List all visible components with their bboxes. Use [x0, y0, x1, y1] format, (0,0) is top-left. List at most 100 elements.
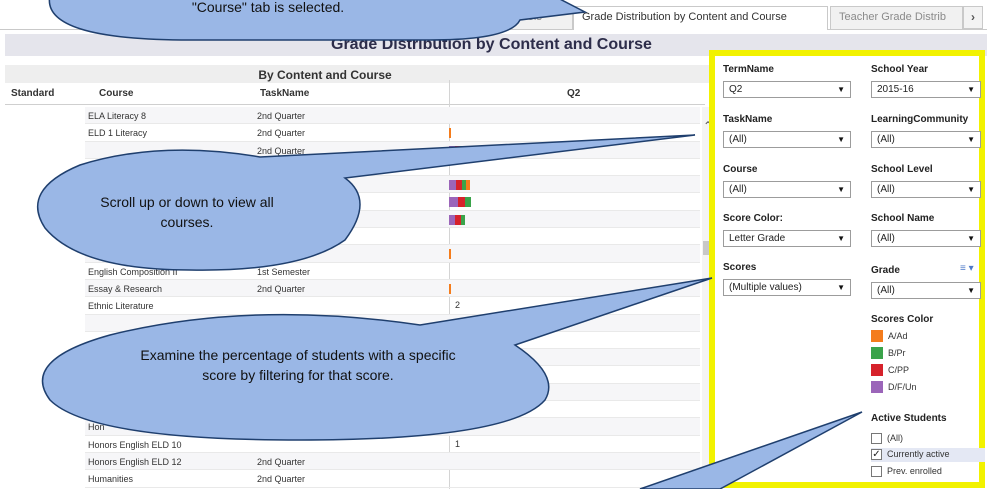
filter-label-scores: Scores	[723, 262, 757, 273]
callout-text-scores: Examine the percentage of students with …	[140, 347, 456, 383]
tab-grade-distribution[interactable]: Grade Distribution by Content and Course	[573, 6, 828, 30]
table-row[interactable]	[85, 314, 700, 332]
grade-value: (All)	[877, 285, 895, 296]
dashboard-title: Grade Distribution by Content and Course	[331, 36, 652, 53]
table-subheader: By Content and Course	[5, 65, 717, 83]
caret-down-icon: ▼	[967, 135, 975, 144]
tab-high-schools[interactable]: High Schools	[468, 6, 573, 29]
column-header-standard: Standard	[11, 88, 55, 99]
filter-label-learning-community: LearningCommunity	[871, 114, 969, 125]
chevron-right-icon[interactable]: ›	[963, 6, 983, 29]
legend-swatch	[871, 347, 883, 359]
taskname-value: (All)	[729, 134, 747, 145]
score-color-dropdown[interactable]: Letter Grade ▼	[723, 230, 851, 247]
filter-panel: TermName Q2 ▼ School Year 2015-16 ▼ TaskNa…	[709, 50, 985, 488]
checkmark-icon[interactable]: ✓	[871, 449, 882, 460]
table-row[interactable]: Hon	[85, 418, 700, 436]
table-row[interactable]: ELA Literacy 8 2nd Quarter	[85, 107, 700, 125]
cell-course: ELA Literacy 8	[88, 111, 147, 121]
legend-swatch	[871, 364, 883, 376]
cell-course: Honors English ELD 12	[88, 456, 182, 467]
cell-task: 2nd Quarter	[257, 145, 306, 156]
cell-task: 2nd Quarter	[257, 456, 306, 467]
table-row[interactable]	[85, 159, 700, 177]
caret-down-icon: ▼	[837, 135, 845, 144]
checkbox-box[interactable]	[871, 433, 882, 444]
caret-down-icon: ▼	[967, 234, 975, 243]
cell-task: Quarter	[257, 249, 288, 260]
checkbox-all[interactable]: (All)	[871, 432, 985, 446]
grade-dropdown[interactable]: (All) ▼	[871, 282, 981, 299]
table-row[interactable]: English Composition II 1st Semester	[85, 263, 700, 280]
cell-task: 2nd Quarter	[257, 111, 306, 121]
column-header-taskname: TaskName	[260, 88, 310, 99]
table-subtitle: By Content and Course	[258, 68, 392, 82]
learning-community-dropdown[interactable]: (All) ▼	[871, 131, 981, 148]
filter-label-score-color: Score Color:	[723, 213, 784, 224]
school-level-dropdown[interactable]: (All) ▼	[871, 181, 981, 198]
filter-label-school-name: School Name	[871, 213, 935, 224]
cell-task: 2nd Quarter	[257, 474, 306, 485]
cell-course: Hon	[88, 422, 105, 433]
checkbox-label: Currently active	[887, 449, 950, 459]
table-row[interactable]: 2nd Quarter	[85, 141, 700, 159]
tab-teacher-grade-distribution[interactable]: Teacher Grade Distrib	[830, 6, 963, 29]
cell-course: English Composition II	[88, 266, 178, 277]
score-bar-b[interactable]	[461, 214, 465, 225]
table-row[interactable]: Quarter	[85, 245, 700, 263]
checkbox-label: (All)	[887, 433, 903, 443]
scores-dropdown[interactable]: (Multiple values) ▼	[723, 279, 851, 296]
table-row[interactable]	[85, 383, 700, 402]
caret-down-icon: ▼	[967, 286, 975, 295]
score-bar-a[interactable]	[449, 249, 451, 260]
table-row[interactable]	[85, 176, 700, 194]
score-bar-a[interactable]	[466, 145, 471, 156]
cell-course: Humanities	[88, 474, 134, 485]
filter-label-grade: Grade	[871, 265, 900, 276]
school-level-value: (All)	[877, 184, 895, 195]
school-name-dropdown[interactable]: (All) ▼	[871, 230, 981, 247]
table-rows: ELA Literacy 8 2nd Quarter ELD 1 Literac…	[85, 107, 700, 488]
cell-course: Essay & Research	[88, 283, 163, 294]
score-bar-d[interactable]	[449, 180, 456, 191]
score-bar-a[interactable]	[466, 180, 470, 191]
checkbox-prev-enrolled[interactable]: Prev. enrolled	[871, 465, 985, 479]
filter-options-icon[interactable]: ≡ ▾	[960, 263, 974, 274]
filter-label-school-level: School Level	[871, 164, 933, 175]
checkbox-currently-active[interactable]: ✓ Currently active	[871, 448, 985, 462]
table-row[interactable]	[85, 401, 700, 419]
cell-task: 2nd Quarter	[257, 283, 306, 294]
legend-label: D/F/Un	[888, 382, 917, 392]
score-bar-b[interactable]	[465, 197, 471, 208]
school-year-dropdown[interactable]: 2015-16 ▼	[871, 81, 981, 98]
header-divider	[5, 104, 705, 105]
legend-label: B/Pr	[888, 348, 906, 358]
checkbox-label: Prev. enrolled	[887, 466, 942, 476]
table-row[interactable]: ELD 1 Literacy 2nd Quarter	[85, 124, 700, 142]
table-row[interactable]: Honors English ELD 12 2nd Quarter	[85, 452, 700, 471]
taskname-dropdown[interactable]: (All) ▼	[723, 131, 851, 148]
score-bar-a[interactable]	[449, 128, 451, 139]
filter-label-termname: TermName	[723, 64, 774, 75]
cell-course: Ethnic Literature	[88, 301, 154, 312]
table-row[interactable]: Essay & Research 2nd Quarter	[85, 279, 700, 298]
score-bar-c[interactable]	[458, 197, 465, 208]
callout-text-tab-selected: "Course" tab is selected.	[191, 0, 345, 15]
table-row[interactable]: Honors English ELD 10 1	[85, 436, 700, 453]
column-header-q2: Q2	[567, 88, 581, 99]
termname-dropdown[interactable]: Q2 ▼	[723, 81, 851, 98]
school-name-value: (All)	[877, 233, 895, 244]
legend-swatch	[871, 330, 883, 342]
course-dropdown[interactable]: (All) ▼	[723, 181, 851, 198]
active-students-title: Active Students	[871, 413, 947, 424]
legend-title: Scores Color	[871, 314, 934, 325]
score-bar-d[interactable]	[449, 197, 458, 208]
table-row[interactable]: Humanities 2nd Quarter	[85, 470, 700, 488]
score-bar-a[interactable]	[449, 283, 451, 294]
filter-label-school-year: School Year	[871, 64, 929, 75]
filter-label-course: Course	[723, 164, 758, 175]
table-row[interactable]: Ethnic Literature 2	[85, 297, 700, 315]
learning-community-value: (All)	[877, 134, 895, 145]
checkbox-box[interactable]	[871, 466, 882, 477]
column-header-course: Course	[99, 88, 134, 99]
